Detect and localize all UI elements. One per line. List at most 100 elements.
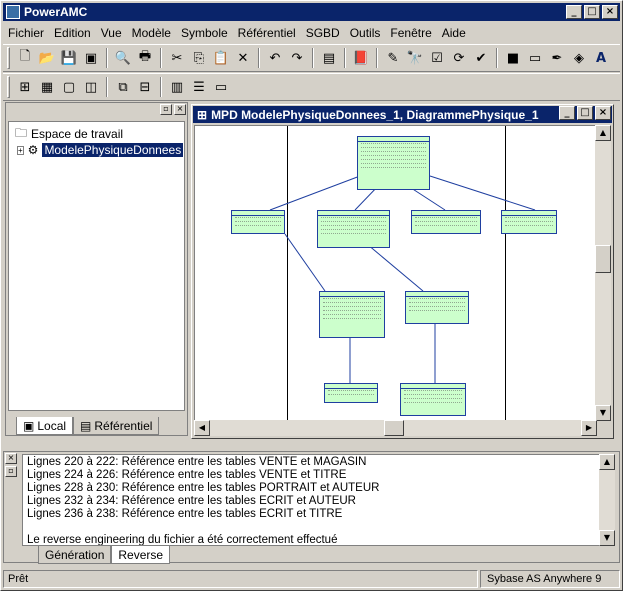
diagram-horizontal-scrollbar[interactable]: ◀ ▶ xyxy=(194,420,597,436)
diagram-toolbar: ⊞ ▦ ▢ ◫ ⧉ ⊟ ▥ ☰ ▭ xyxy=(3,73,620,101)
menu-vue[interactable]: Vue xyxy=(96,26,127,40)
layout-icon[interactable]: ⧉ xyxy=(112,76,134,98)
pen-icon[interactable]: ✒ xyxy=(546,47,568,69)
validate-icon[interactable]: ✔ xyxy=(470,47,492,69)
output-icon[interactable]: ▭ xyxy=(210,76,232,98)
line-style-icon[interactable]: ▭ xyxy=(524,47,546,69)
redo-icon[interactable]: ↷ xyxy=(286,47,308,69)
workspace-icon: 🗀 xyxy=(15,125,28,140)
output-close-button[interactable]: × xyxy=(5,453,17,464)
layout2-icon[interactable]: ⊟ xyxy=(134,76,156,98)
menu-sgbd[interactable]: SGBD xyxy=(301,26,345,40)
save-all-icon[interactable]: ▣ xyxy=(80,47,102,69)
save-icon[interactable]: 💾 xyxy=(58,47,80,69)
output-panel: × ▫ Lignes 220 à 222: Référence entre le… xyxy=(3,451,620,564)
split-icon[interactable]: ◫ xyxy=(80,76,102,98)
diagram-minimize-button[interactable]: _ xyxy=(559,106,575,120)
table-collection[interactable] xyxy=(400,383,466,416)
output-line: Le reverse engineering du fichier a été … xyxy=(27,534,338,546)
output-line: Lignes 228 à 230: Référence entre les ta… xyxy=(27,482,380,494)
menu-modele[interactable]: Modèle xyxy=(127,26,176,40)
paste-icon[interactable]: 📋 xyxy=(210,47,232,69)
table-remise[interactable] xyxy=(501,210,557,234)
browser-icon[interactable]: ▥ xyxy=(166,76,188,98)
tab-reverse[interactable]: Reverse xyxy=(111,546,171,564)
copy-icon[interactable]: ⎘ xyxy=(188,47,210,69)
delete-icon[interactable]: ✕ xyxy=(232,47,254,69)
table-view-icon[interactable]: ▦ xyxy=(36,76,58,98)
fill-icon[interactable]: ■ xyxy=(502,47,524,69)
repository-icon: ▤ xyxy=(80,418,92,433)
output-scrollbar[interactable]: ▲ ▼ xyxy=(599,454,615,546)
cut-icon[interactable]: ✂ xyxy=(166,47,188,69)
main-window: PowerAMC _ □ × Fichier Edition Vue Modèl… xyxy=(0,0,623,591)
print-preview-icon[interactable]: 🔍 xyxy=(112,47,134,69)
dbms-indicator: Sybase AS Anywhere 9 xyxy=(480,570,620,588)
menu-fichier[interactable]: Fichier xyxy=(3,26,49,40)
diagram-title-bar: ⊞ MPD ModelePhysiqueDonnees_1, Diagramme… xyxy=(193,106,612,123)
refresh-icon[interactable]: ⟳ xyxy=(448,47,470,69)
diagram-window: ⊞ MPD ModelePhysiqueDonnees_1, Diagramme… xyxy=(191,104,614,439)
diagram-window-icon: ⊞ xyxy=(197,107,208,122)
panel-close-button[interactable]: × xyxy=(174,104,186,115)
output-scroll-up[interactable]: ▲ xyxy=(599,454,615,470)
diagram-vertical-scrollbar[interactable]: ▲ ▼ xyxy=(595,125,611,421)
panel-restore-button[interactable]: ▫ xyxy=(160,104,172,115)
diagram-canvas[interactable] xyxy=(194,125,597,421)
menu-symbole[interactable]: Symbole xyxy=(176,26,233,40)
minimize-button[interactable]: _ xyxy=(566,5,582,19)
model-icon: ⚙ xyxy=(27,143,39,157)
tree-root[interactable]: 🗀 Espace de travail xyxy=(15,126,178,142)
font-icon[interactable]: A xyxy=(590,47,612,69)
undo-icon[interactable]: ↶ xyxy=(264,47,286,69)
paint-icon[interactable]: ◈ xyxy=(568,47,590,69)
hscroll-thumb[interactable] xyxy=(384,420,404,436)
maximize-button[interactable]: □ xyxy=(584,5,600,19)
tab-generation[interactable]: Génération xyxy=(38,546,112,564)
tree-model-node[interactable]: + ⚙ ModelePhysiqueDonnees xyxy=(17,142,184,158)
app-title: PowerAMC xyxy=(24,5,88,19)
diagram-close-button[interactable]: × xyxy=(595,106,611,120)
app-icon xyxy=(6,5,20,19)
book-icon[interactable]: 📕 xyxy=(350,47,372,69)
scroll-thumb[interactable] xyxy=(595,245,611,273)
table-titre[interactable] xyxy=(357,136,430,190)
expand-icon[interactable]: + xyxy=(17,145,24,155)
scroll-left-button[interactable]: ◀ xyxy=(194,420,210,436)
output-line: Lignes 232 à 234: Référence entre les ta… xyxy=(27,495,356,507)
table-portrait[interactable] xyxy=(324,383,378,403)
list-icon[interactable]: ☰ xyxy=(188,76,210,98)
menu-edition[interactable]: Edition xyxy=(49,26,96,40)
scroll-up-button[interactable]: ▲ xyxy=(595,125,611,141)
open-icon[interactable]: 📂 xyxy=(36,47,58,69)
tab-referentiel[interactable]: ▤ Référentiel xyxy=(73,417,160,435)
title-bar: PowerAMC _ □ × xyxy=(3,3,620,21)
window-icon[interactable]: ▢ xyxy=(58,76,80,98)
diagram-icon[interactable]: ⊞ xyxy=(14,76,36,98)
scroll-right-button[interactable]: ▶ xyxy=(581,420,597,436)
menu-outils[interactable]: Outils xyxy=(345,26,386,40)
table-vente[interactable] xyxy=(231,210,285,234)
close-button[interactable]: × xyxy=(602,5,618,19)
menu-fenetre[interactable]: Fenêtre xyxy=(385,26,436,40)
scroll-down-button[interactable]: ▼ xyxy=(595,405,611,421)
new-icon[interactable]: 🗋 xyxy=(14,47,36,69)
table-editeur[interactable] xyxy=(405,291,469,324)
menu-aide[interactable]: Aide xyxy=(437,26,471,40)
properties-icon[interactable]: ▤ xyxy=(318,47,340,69)
tab-local[interactable]: ▣ Local xyxy=(16,417,74,435)
find-icon[interactable]: 🔭 xyxy=(404,47,426,69)
diagram-maximize-button[interactable]: □ xyxy=(577,106,593,120)
print-icon[interactable]: 🖶 xyxy=(134,47,156,69)
output-scroll-down[interactable]: ▼ xyxy=(599,530,615,546)
menu-bar: Fichier Edition Vue Modèle Symbole Référ… xyxy=(3,23,620,42)
table-auteur[interactable] xyxy=(319,291,385,338)
check-model-icon[interactable]: ☑ xyxy=(426,47,448,69)
output-text[interactable]: Lignes 220 à 222: Référence entre les ta… xyxy=(22,454,600,546)
edit-icon[interactable]: ✎ xyxy=(382,47,404,69)
table-ecrit[interactable] xyxy=(317,210,390,248)
table-magasin[interactable] xyxy=(411,210,481,234)
menu-referentiel[interactable]: Référentiel xyxy=(233,26,301,40)
output-restore-button[interactable]: ▫ xyxy=(5,466,17,477)
